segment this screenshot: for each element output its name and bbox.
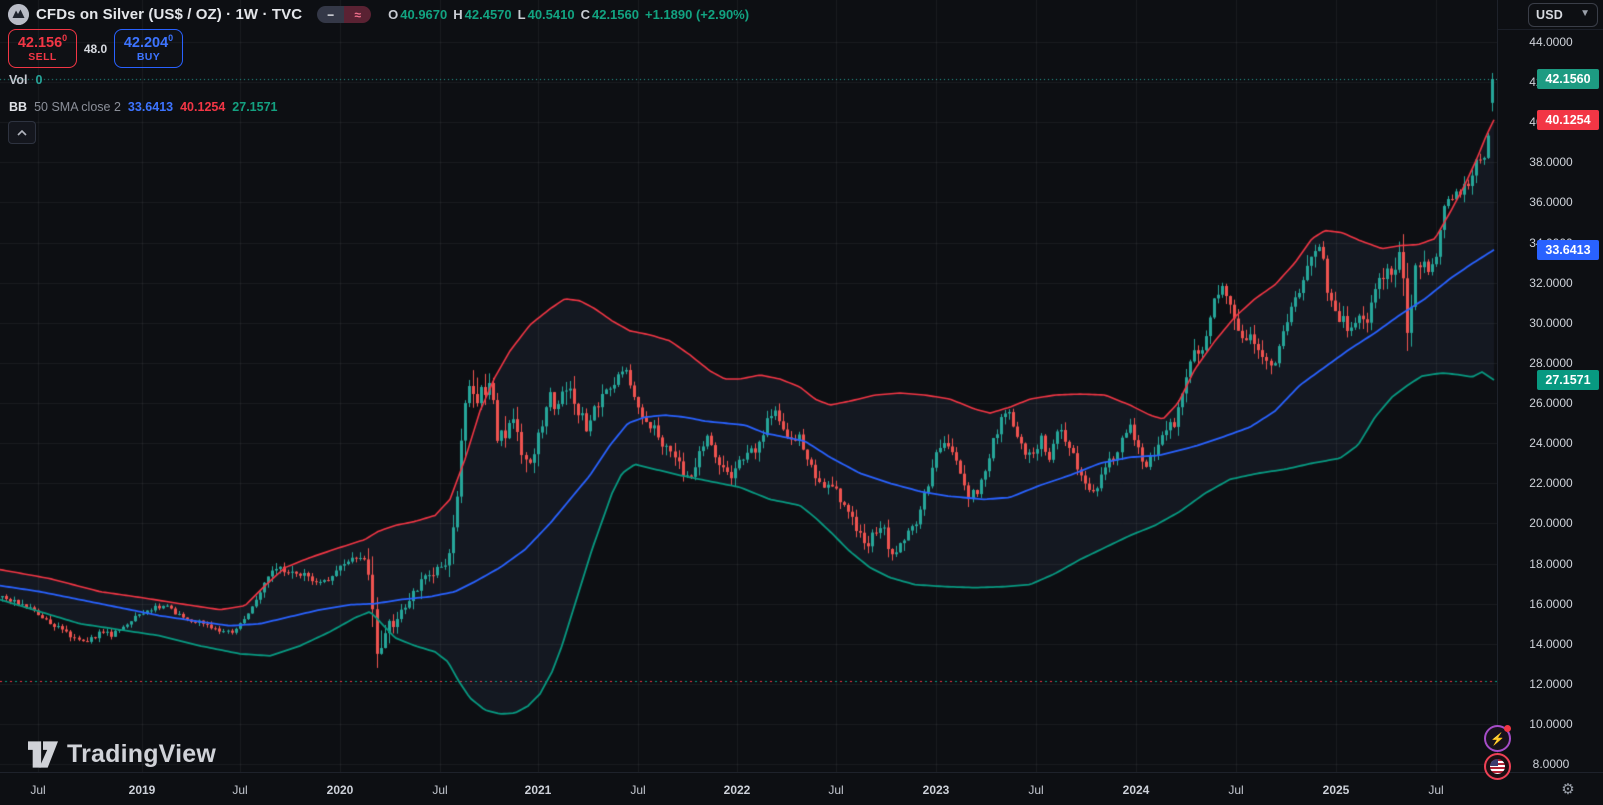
high-value: 42.4570: [464, 7, 512, 22]
buy-button-label: BUY: [136, 50, 161, 63]
symbol-logo-icon: [8, 4, 29, 25]
time-tick-label: Jul: [1228, 782, 1244, 797]
time-tick-label: Jul: [1028, 782, 1044, 797]
time-tick-label: Jul: [630, 782, 646, 797]
tradingview-chart-app: CFDs on Silver (US$ / OZ) · 1W · TVC − ≈…: [0, 0, 1603, 805]
chevron-down-icon: ▼: [1580, 8, 1590, 19]
open-label: O: [388, 7, 399, 22]
high-label: H: [453, 7, 463, 22]
time-tick-label: 2023: [922, 782, 950, 797]
bb-lower-value: 27.1571: [232, 100, 278, 114]
minimize-pill-icon[interactable]: −: [317, 6, 345, 23]
time-tick-label: 2020: [326, 782, 354, 797]
bb-legend-row[interactable]: BB 50 SMA close 2 33.6413 40.1254 27.157…: [9, 100, 277, 114]
axis-settings-gear-icon[interactable]: ⚙: [1556, 777, 1580, 801]
time-tick-label: Jul: [30, 782, 46, 797]
time-tick-label: Jul: [828, 782, 844, 797]
price-tick-label: 14.0000: [1529, 636, 1573, 651]
wave-pill-icon[interactable]: ≈: [344, 6, 372, 23]
sell-button[interactable]: 42.1560 SELL: [8, 29, 77, 68]
time-tick-label: 2021: [524, 782, 552, 797]
volume-label: Vol: [9, 73, 28, 87]
bb-name: BB: [9, 100, 28, 114]
symbol-title[interactable]: CFDs on Silver (US$ / OZ) · 1W · TVC: [36, 6, 302, 23]
chart-header: CFDs on Silver (US$ / OZ) · 1W · TVC − ≈…: [8, 3, 749, 26]
price-tick-label: 28.0000: [1529, 355, 1573, 370]
tradingview-logo-icon: [28, 741, 58, 768]
currency-cell: USD ▼: [1498, 0, 1603, 30]
price-tick-label: 20.0000: [1529, 516, 1573, 531]
price-axis[interactable]: USD ▼ 44.000042.000040.000038.000036.000…: [1497, 0, 1603, 772]
time-tick-label: 2024: [1122, 782, 1150, 797]
ohlc-readout: O 40.9670 H 42.4570 L 40.5410 C 42.1560 …: [388, 7, 749, 22]
time-tick-label: 2019: [128, 782, 156, 797]
notification-dot: [1504, 725, 1511, 732]
us-market-flag-button[interactable]: [1484, 753, 1511, 780]
spread-value: 48.0: [83, 41, 108, 56]
volume-value: 0: [35, 73, 43, 87]
quick-trade-lightning-button[interactable]: ⚡: [1484, 725, 1511, 752]
price-tick-label: 16.0000: [1529, 596, 1573, 611]
bb-params: 50 SMA close 2: [34, 100, 121, 114]
currency-selector[interactable]: USD ▼: [1528, 3, 1598, 27]
open-value: 40.9670: [400, 7, 448, 22]
tradingview-watermark: TradingView: [28, 740, 216, 769]
price-tick-label: 24.0000: [1529, 436, 1573, 451]
price-tick-label: 8.0000: [1532, 757, 1570, 772]
bb-basis-value: 33.6413: [127, 100, 174, 114]
price-badge-last-price: 42.1560: [1537, 69, 1599, 89]
currency-value: USD: [1536, 8, 1563, 22]
price-badge-bb-upper: 40.1254: [1537, 109, 1599, 130]
price-tick-label: 36.0000: [1529, 195, 1573, 210]
collapse-legend-button[interactable]: [8, 121, 36, 144]
trade-panel: 42.1560 SELL 48.0 42.2040 BUY: [8, 29, 183, 68]
close-label: C: [580, 7, 590, 22]
time-tick-label: Jul: [432, 782, 448, 797]
price-badge-bb-lower: 27.1571: [1537, 369, 1599, 390]
time-axis[interactable]: ⚙ Jul 2019 Jul 2020 Jul 2021 Jul 2022 Jul 2023 Jul…: [0, 772, 1603, 805]
price-tick-label: 32.0000: [1529, 275, 1573, 290]
price-tick-label: 22.0000: [1529, 476, 1573, 491]
chart-canvas[interactable]: [0, 0, 1497, 772]
price-tick-label: 38.0000: [1529, 155, 1573, 170]
price-tick-label: 44.0000: [1529, 35, 1573, 49]
price-badge-bb-basis: 33.6413: [1537, 239, 1599, 260]
sell-button-label: SELL: [28, 50, 57, 63]
volume-legend-row[interactable]: Vol 0: [9, 73, 42, 87]
us-flag-icon: [1490, 759, 1505, 774]
low-label: L: [517, 7, 526, 22]
close-value: 42.1560: [591, 7, 639, 22]
lightning-icon: ⚡: [1490, 731, 1505, 746]
price-tick-label: 10.0000: [1529, 717, 1573, 732]
header-pill-buttons[interactable]: − ≈: [317, 6, 372, 23]
time-tick-label: 2022: [723, 782, 751, 797]
price-tick-label: 26.0000: [1529, 396, 1573, 411]
time-tick-label: 2025: [1322, 782, 1350, 797]
time-tick-label: Jul: [232, 782, 248, 797]
buy-button[interactable]: 42.2040 BUY: [114, 29, 183, 68]
watermark-text: TradingView: [67, 740, 217, 768]
price-tick-label: 12.0000: [1529, 676, 1573, 691]
chevron-up-icon: [17, 129, 27, 136]
time-tick-label: Jul: [1428, 782, 1444, 797]
change-value: +1.1890 (+2.90%): [644, 7, 750, 22]
price-tick-label: 18.0000: [1529, 556, 1573, 571]
price-tick-label: 30.0000: [1529, 315, 1573, 330]
bb-upper-value: 40.1254: [180, 100, 226, 114]
low-value: 40.5410: [527, 7, 575, 22]
